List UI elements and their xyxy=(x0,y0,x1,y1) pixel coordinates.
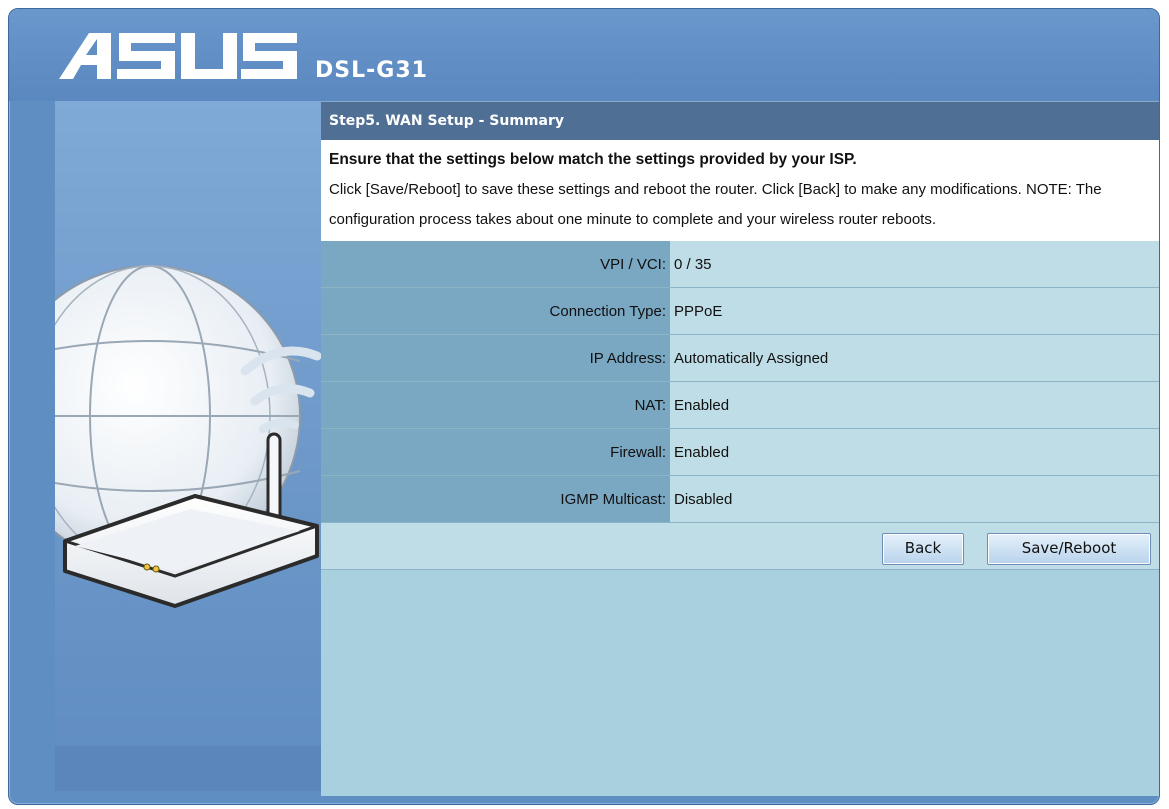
row-label: NAT: xyxy=(321,381,670,429)
router-globe-image xyxy=(55,265,321,608)
row-value: PPPoE xyxy=(670,287,1159,335)
row-value: Disabled xyxy=(670,475,1159,523)
summary-table: VPI / VCI: 0 / 35 Connection Type: PPPoE… xyxy=(321,241,1159,523)
step-title: Step5. WAN Setup - Summary xyxy=(321,101,1159,140)
row-label: VPI / VCI: xyxy=(321,241,670,288)
row-label: IGMP Multicast: xyxy=(321,475,670,523)
intro-panel: Ensure that the settings below match the… xyxy=(321,140,1159,241)
table-row: VPI / VCI: 0 / 35 xyxy=(321,241,1159,288)
row-value: 0 / 35 xyxy=(670,241,1159,288)
row-value: Enabled xyxy=(670,381,1159,429)
router-window: DSL-G31 Step5. WAN Setup - Summary Ensur… xyxy=(8,8,1160,805)
button-row: Back Save/Reboot xyxy=(321,523,1159,570)
table-row: IP Address: Automatically Assigned xyxy=(321,334,1159,382)
intro-headline: Ensure that the settings below match the… xyxy=(329,151,857,168)
sidebar-footer xyxy=(55,746,321,791)
save-reboot-button[interactable]: Save/Reboot xyxy=(987,533,1151,565)
table-row: IGMP Multicast: Disabled xyxy=(321,475,1159,523)
row-label: Connection Type: xyxy=(321,287,670,335)
sidebar-illustration xyxy=(55,101,321,791)
table-row: NAT: Enabled xyxy=(321,381,1159,429)
intro-body: Click [Save/Reboot] to save these settin… xyxy=(329,181,1102,228)
row-value: Enabled xyxy=(670,428,1159,476)
row-label: IP Address: xyxy=(321,334,670,382)
back-button[interactable]: Back xyxy=(882,533,964,565)
main-content: Step5. WAN Setup - Summary Ensure that t… xyxy=(321,101,1159,796)
asus-logo xyxy=(59,33,297,79)
header: DSL-G31 xyxy=(9,9,1159,101)
table-row: Firewall: Enabled xyxy=(321,428,1159,476)
table-row: Connection Type: PPPoE xyxy=(321,287,1159,335)
row-label: Firewall: xyxy=(321,428,670,476)
row-value: Automatically Assigned xyxy=(670,334,1159,382)
model-name: DSL-G31 xyxy=(315,58,428,83)
